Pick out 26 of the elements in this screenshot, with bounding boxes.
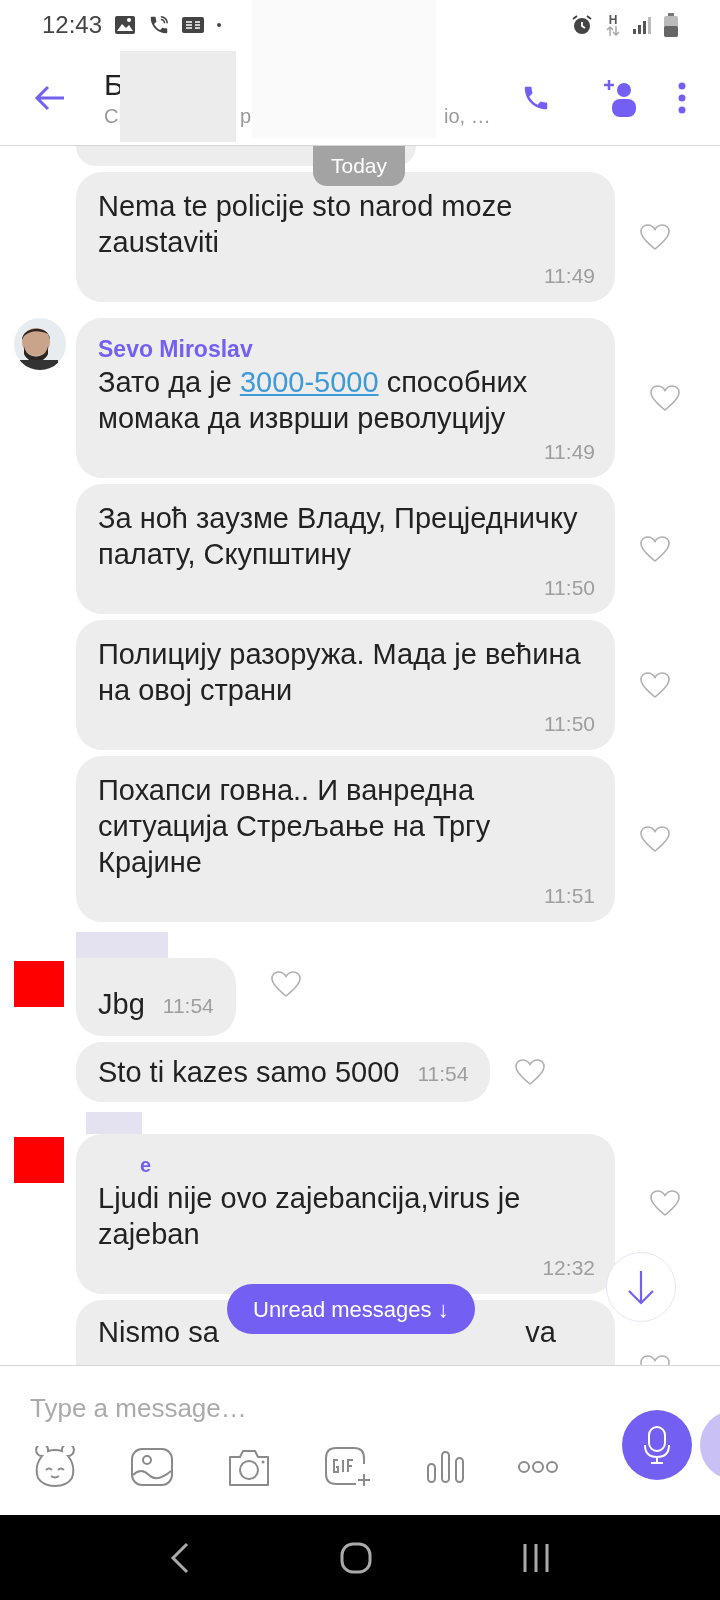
message-text: va: [525, 1315, 556, 1350]
message-text: Зато да је 3000-5000 способних момака да изврши револуцију: [98, 365, 529, 436]
message-time: 11:51: [544, 883, 595, 909]
network-type: H: [608, 14, 618, 26]
sender-name: Sevo Miroslav: [98, 335, 254, 364]
chat-subtitle: С: [104, 104, 119, 127]
message-time: 11:50: [544, 711, 595, 737]
message-time: 12:32: [542, 1255, 595, 1281]
message-text: Nismo sa: [98, 1315, 219, 1350]
message-text: Полицију разоружа. Мада је већина на овој страни: [98, 637, 582, 708]
message-text: Nema te policije sto narod moze zaustaviti: [98, 189, 514, 260]
chat-subtitle: io, …: [444, 103, 491, 129]
message-text: Похапси говна.. И ванредна ситуација Стрељање на Тргу Крајине: [98, 773, 492, 880]
message-text: Sto ti kazes samo 5000: [98, 1055, 400, 1090]
message-time: 11:49: [544, 439, 595, 465]
chat-subtitle: р: [240, 104, 252, 127]
message-time: 11:50: [544, 575, 595, 601]
date-toast: Today: [313, 146, 405, 186]
message-time: 11:49: [544, 263, 595, 289]
message-text: Jbg: [98, 987, 145, 1022]
message-time: 11:54: [162, 993, 214, 1019]
message-time: 11:54: [417, 1061, 469, 1087]
status-time: 12:43: [42, 10, 103, 40]
sender-name: e: [139, 1153, 153, 1178]
message-text: Ljudi nije ovo zajebancija,virus je zajeban: [98, 1181, 522, 1252]
message-text: За ноћ заузме Владу, Прецједничку палату, Скупштину: [98, 501, 579, 572]
